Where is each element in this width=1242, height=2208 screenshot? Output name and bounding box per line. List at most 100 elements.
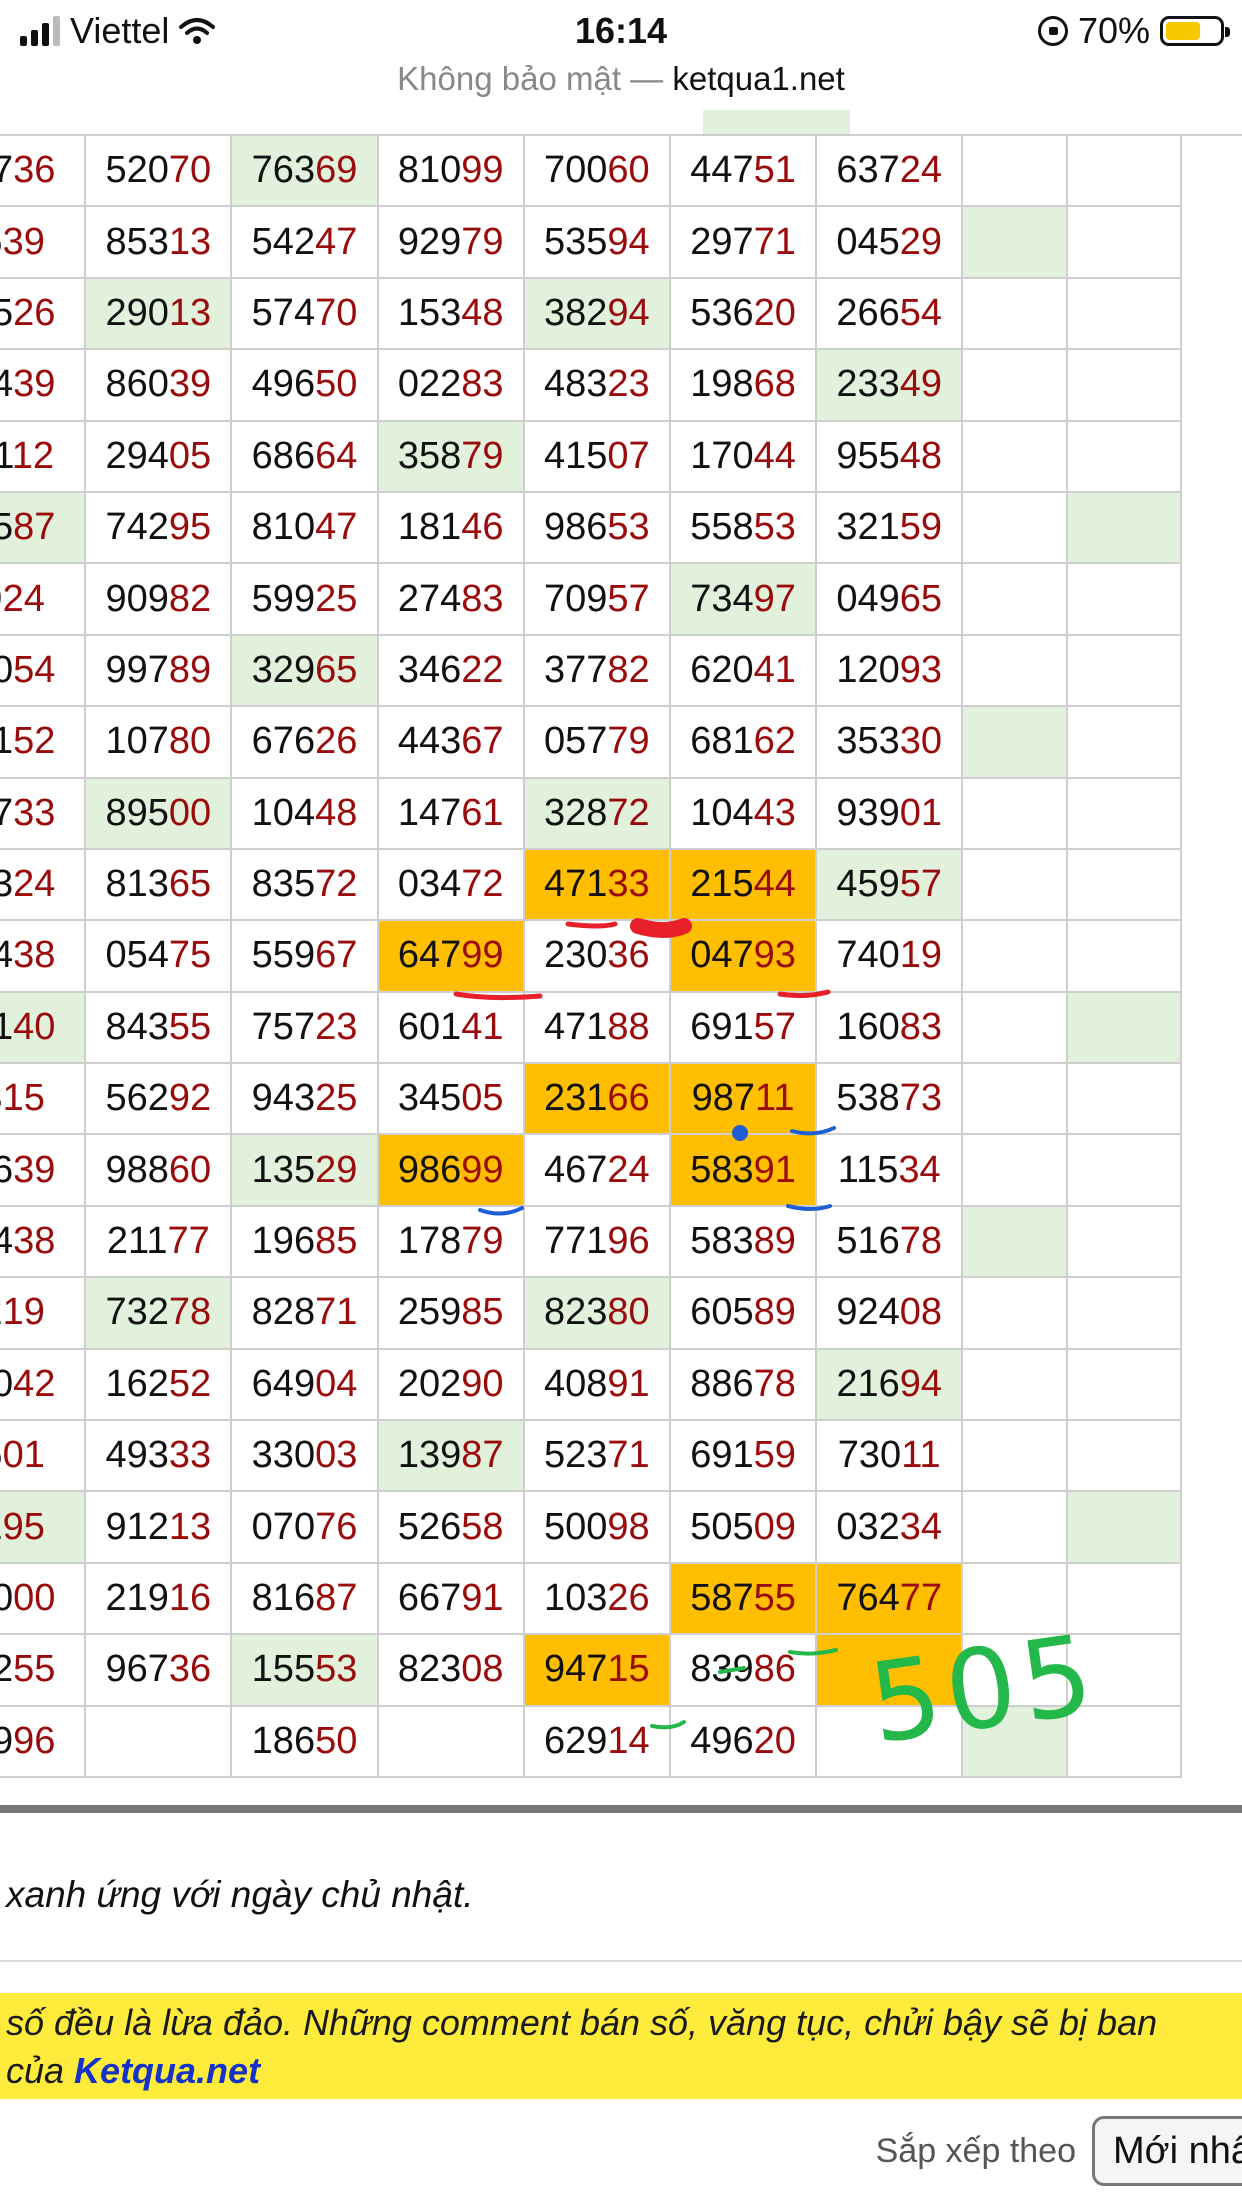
result-cell: 10780 <box>84 705 233 779</box>
cell-last-two-digits: 68 <box>753 363 796 406</box>
table-row: 3140843557572360141471886915716083 <box>0 990 1182 1065</box>
cell-last-two-digits: 59 <box>899 506 943 549</box>
cell-prefix-digits: 045 <box>836 220 900 263</box>
cell-last-two-digits: 87 <box>315 1577 358 1619</box>
brand-link[interactable]: Ketqua.net <box>74 2050 260 2091</box>
cell-prefix-digits: 955 <box>836 434 900 477</box>
result-cell: 67626 <box>230 705 379 779</box>
cell-last-two-digits: 61 <box>461 791 504 834</box>
cell-last-two-digits: 60 <box>607 149 650 192</box>
result-cell: 83986 <box>668 1633 818 1707</box>
cell-last-two-digits: 44 <box>753 863 796 906</box>
result-cell: 76369 <box>230 133 379 208</box>
cell-prefix-digits: 74 <box>0 934 14 977</box>
cell-last-two-digits: 78 <box>899 1220 943 1263</box>
cell-last-two-digits: 96 <box>13 1719 56 1762</box>
cell-prefix-digits: 022 <box>397 363 462 406</box>
result-cell: 5324 <box>0 847 87 922</box>
result-cell: 93901 <box>815 776 964 850</box>
result-cell <box>961 419 1069 493</box>
cell-last-two-digits: 13 <box>168 291 212 334</box>
cell-last-two-digits: 24 <box>607 1148 650 1191</box>
result-cell <box>961 705 1069 779</box>
result-cell: 44751 <box>668 133 818 208</box>
result-cell: 73278 <box>84 1276 233 1350</box>
cell-last-two-digits: 23 <box>315 1005 358 1048</box>
result-cell: 10326 <box>522 1561 671 1636</box>
table-top-edge <box>0 110 1242 136</box>
result-cell: 84355 <box>84 990 233 1065</box>
cell-last-two-digits: 79 <box>461 1220 504 1263</box>
cell-last-two-digits: 33 <box>607 863 650 906</box>
cell-last-two-digits: 90 <box>461 1362 504 1405</box>
cell-last-two-digits: 89 <box>753 1291 796 1334</box>
result-cell: 33003 <box>230 1419 379 1493</box>
cell-prefix-digits: 496 <box>251 363 316 406</box>
cell-prefix-digits: 186 <box>251 1719 316 1762</box>
cell-prefix-digits: 986 <box>544 506 608 549</box>
cell-last-two-digits: 09 <box>753 1505 796 1548</box>
address-bar[interactable]: Không bảo mật — ketqua1.net <box>0 60 1242 98</box>
result-cell: 05475 <box>84 919 233 993</box>
cell-prefix-digits: 443 <box>397 720 462 763</box>
result-cell: 81099 <box>376 133 525 208</box>
cell-last-two-digits: 57 <box>899 863 943 906</box>
cell-last-two-digits: 73 <box>899 1077 943 1120</box>
result-cell <box>1066 776 1182 850</box>
result-cell: 77196 <box>522 1204 671 1279</box>
cell-last-two-digits: 94 <box>607 220 650 263</box>
result-cell: 62041 <box>668 633 818 708</box>
result-cell: 7526 <box>0 276 87 351</box>
result-cell: 25985 <box>376 1276 525 1350</box>
cell-prefix-digits: 219 <box>105 1577 169 1619</box>
banner-prefix: của <box>6 2050 75 2091</box>
sort-select[interactable]: Mới nhất <box>1092 2116 1242 2186</box>
cell-last-two-digits: 08 <box>899 1291 943 1334</box>
result-cell: 86039 <box>84 348 233 422</box>
result-cell: 16252 <box>84 1347 233 1422</box>
cell-prefix-digits: 00 <box>0 648 14 691</box>
cell-last-two-digits: 34 <box>899 1505 943 1548</box>
result-cell: 81047 <box>230 490 379 565</box>
cell-last-two-digits: 47 <box>315 220 358 263</box>
result-cell: 5996 <box>0 1704 87 1778</box>
result-cell: 601 <box>0 1419 87 1493</box>
cell-last-two-digits: 72 <box>315 863 358 906</box>
result-cell: 5639 <box>0 1133 87 1207</box>
cell-last-two-digits: 79 <box>607 720 650 763</box>
result-cell: 64904 <box>230 1347 379 1422</box>
result-cell: 315 <box>0 1062 87 1136</box>
table-row: 5324813658357203472471332154445957 <box>0 847 1182 922</box>
cell-prefix-digits: 526 <box>397 1505 462 1548</box>
cell-prefix-digits: 345 <box>397 1077 462 1120</box>
cell-last-two-digits: 52 <box>13 720 56 763</box>
cell-last-two-digits: 69 <box>315 149 358 192</box>
cell-last-two-digits: 95 <box>168 506 212 549</box>
cell-prefix-digits: 853 <box>105 220 169 263</box>
table-row: 5439860394965002283483231986823349 <box>0 348 1182 422</box>
result-cell <box>1066 1276 1182 1350</box>
cell-prefix-digits: 155 <box>251 1648 316 1691</box>
cell-prefix-digits: 516 <box>836 1220 900 1263</box>
cell-last-two-digits: 75 <box>168 934 212 977</box>
cell-prefix-digits: 382 <box>544 291 608 334</box>
table-row: 924909825992527483709577349704965 <box>0 562 1182 636</box>
result-cell <box>961 490 1069 565</box>
cell-last-two-digits: 83 <box>899 1005 943 1048</box>
cell-last-two-digits: 40 <box>13 1005 56 1048</box>
cell-last-two-digits: 24 <box>2 577 45 620</box>
cell-prefix-digits: 115 <box>837 1148 899 1191</box>
cell-prefix-digits: 266 <box>836 291 900 334</box>
cell-last-two-digits: 96 <box>607 1220 650 1263</box>
cell-prefix-digits: 215 <box>690 863 754 906</box>
cell-last-two-digits: 44 <box>753 434 796 477</box>
result-cell: 21916 <box>84 1561 233 1636</box>
result-cell: 32872 <box>522 776 671 850</box>
result-cell: 57470 <box>230 276 379 351</box>
cell-prefix-digits: 520 <box>105 149 169 192</box>
cell-last-two-digits: 65 <box>168 863 212 906</box>
cell-last-two-digits: 98 <box>607 1505 650 1548</box>
result-cell: 0054 <box>0 633 87 708</box>
result-cell: 75723 <box>230 990 379 1065</box>
cell-last-two-digits: 30 <box>899 720 943 763</box>
